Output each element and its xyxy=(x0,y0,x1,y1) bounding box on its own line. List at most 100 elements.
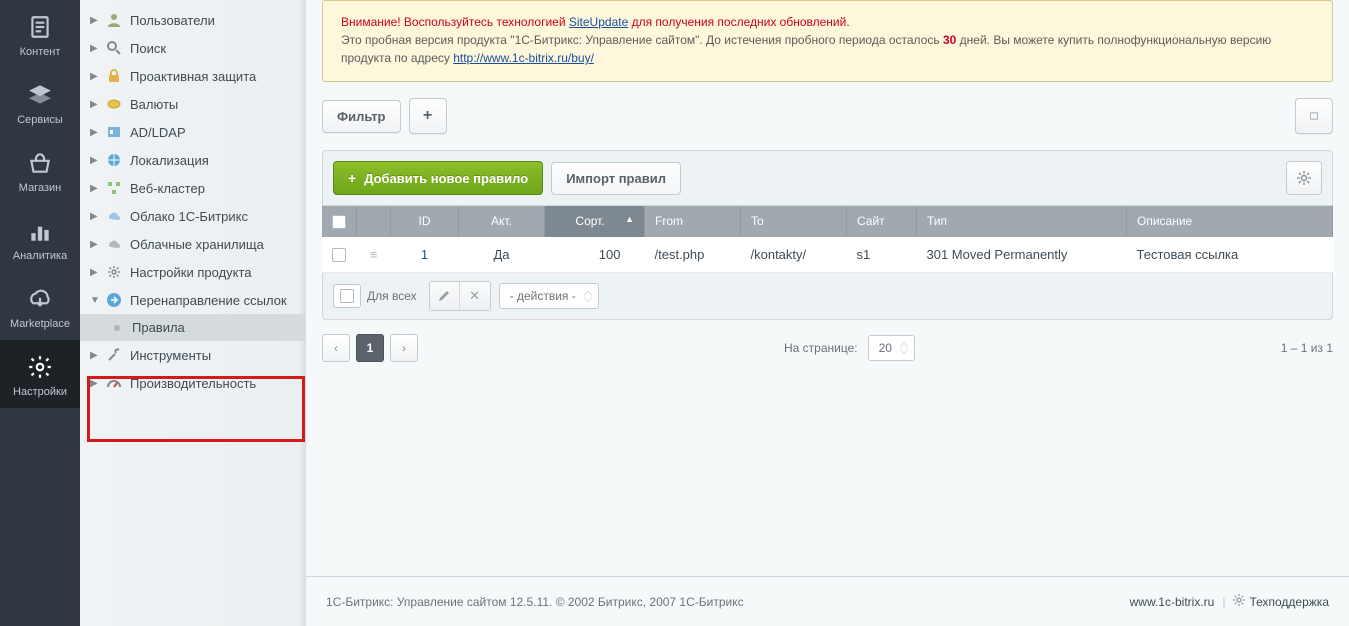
rules-grid: ID Акт. Сорт.▲ From To Сайт Тип Описание… xyxy=(322,206,1333,273)
tree-users[interactable]: ▶Пользователи xyxy=(80,6,306,34)
rail-marketplace[interactable]: Marketplace xyxy=(0,272,80,340)
tree-tools[interactable]: ▶Инструменты xyxy=(80,341,306,369)
tree-redirects[interactable]: ▼Перенаправление ссылок xyxy=(80,286,306,314)
gauge-icon xyxy=(106,375,122,391)
bullet-icon xyxy=(114,325,120,331)
bulk-actions-select[interactable]: - действия - xyxy=(499,283,599,309)
pager: ‹ 1 › xyxy=(322,334,424,362)
tree-performance[interactable]: ▶Производительность xyxy=(80,369,306,397)
magnifier-icon xyxy=(106,40,122,56)
user-icon xyxy=(106,12,122,28)
filter-toolbar: Фильтр + xyxy=(322,98,1333,134)
layers-icon xyxy=(24,82,56,108)
col-menu xyxy=(357,206,391,237)
rail-content[interactable]: Контент xyxy=(0,0,80,68)
cluster-icon xyxy=(106,180,122,196)
col-sort[interactable]: Сорт.▲ xyxy=(545,206,645,237)
page-next-button[interactable]: › xyxy=(390,334,418,362)
add-filter-button[interactable]: + xyxy=(409,98,447,134)
per-page-select[interactable]: 20 xyxy=(868,335,915,361)
rail-settings[interactable]: Настройки xyxy=(0,340,80,408)
siteupdate-link[interactable]: SiteUpdate xyxy=(569,15,628,29)
grid-footer: Для всех ✕ - действия - xyxy=(322,273,1333,320)
document-icon xyxy=(24,14,56,40)
page-current[interactable]: 1 xyxy=(356,334,384,362)
per-page-label: На странице: xyxy=(784,341,858,355)
tree-product-settings[interactable]: ▶Настройки продукта xyxy=(80,258,306,286)
col-site[interactable]: Сайт xyxy=(847,206,917,237)
gear-icon xyxy=(1296,170,1312,186)
tree-panel: ▶Пользователи ▶Поиск ▶Проактивная защита… xyxy=(80,0,306,626)
row-checkbox[interactable] xyxy=(332,248,346,262)
row-sort: 100 xyxy=(545,237,645,273)
tree-cloud-storage[interactable]: ▶Облачные хранилища xyxy=(80,230,306,258)
col-type[interactable]: Тип xyxy=(917,206,1127,237)
globe-icon xyxy=(106,152,122,168)
col-active[interactable]: Акт. xyxy=(459,206,545,237)
row-to: /kontakty/ xyxy=(741,237,847,273)
pencil-icon xyxy=(438,290,450,302)
tree-localization[interactable]: ▶Локализация xyxy=(80,146,306,174)
action-bar: +Добавить новое правило Импорт правил xyxy=(322,150,1333,206)
pager-row: ‹ 1 › На странице: 20 1 – 1 из 1 xyxy=(322,334,1333,362)
id-icon xyxy=(106,124,122,140)
rail-label: Аналитика xyxy=(13,250,67,262)
footer-site-link[interactable]: www.1c-bitrix.ru xyxy=(1130,595,1215,609)
table-row[interactable]: ≡ 1 Да 100 /test.php /kontakty/ s1 301 M… xyxy=(322,237,1333,273)
tree-proactive[interactable]: ▶Проактивная защита xyxy=(80,62,306,90)
col-checkbox[interactable] xyxy=(322,206,357,237)
lock-icon xyxy=(106,68,122,84)
bars-icon xyxy=(24,218,56,244)
tree-currency[interactable]: ▶Валюты xyxy=(80,90,306,118)
cloud-icon xyxy=(106,208,122,224)
row-description: Тестовая ссылка xyxy=(1127,237,1333,273)
col-to[interactable]: To xyxy=(741,206,847,237)
grid-settings-button[interactable] xyxy=(1286,161,1322,195)
coin-icon xyxy=(106,96,122,112)
footer-support-link[interactable]: Техподдержка xyxy=(1249,595,1329,609)
filter-button[interactable]: Фильтр xyxy=(322,100,401,133)
rail-label: Магазин xyxy=(19,182,61,194)
alert-title: Внимание! Воспользуйтесь технологией xyxy=(341,15,569,29)
bulk-edit-group: ✕ xyxy=(429,281,491,311)
trial-alert: Внимание! Воспользуйтесь технологией Sit… xyxy=(322,0,1333,82)
row-active: Да xyxy=(459,237,545,273)
maximize-icon xyxy=(1310,110,1318,122)
cloud-download-icon xyxy=(24,286,56,312)
record-range: 1 – 1 из 1 xyxy=(1281,341,1333,355)
page-prev-button[interactable]: ‹ xyxy=(322,334,350,362)
footer-checkbox-wrap[interactable] xyxy=(333,284,361,308)
row-site: s1 xyxy=(847,237,917,273)
rail-shop[interactable]: Магазин xyxy=(0,136,80,204)
bulk-delete-button[interactable]: ✕ xyxy=(460,282,490,310)
col-id[interactable]: ID xyxy=(391,206,459,237)
row-type: 301 Moved Permanently xyxy=(917,237,1127,273)
checkbox-all[interactable] xyxy=(332,215,346,229)
plus-icon: + xyxy=(348,170,356,186)
footer-checkbox[interactable] xyxy=(340,289,354,303)
gear-small-icon xyxy=(106,264,122,280)
tools-icon xyxy=(106,347,122,363)
tree-adldap[interactable]: ▶AD/LDAP xyxy=(80,118,306,146)
rail-services[interactable]: Сервисы xyxy=(0,68,80,136)
row-from: /test.php xyxy=(645,237,741,273)
row-id-link[interactable]: 1 xyxy=(421,247,428,262)
tree-search[interactable]: ▶Поиск xyxy=(80,34,306,62)
maximize-button[interactable] xyxy=(1295,98,1333,134)
tree-webcluster[interactable]: ▶Веб-кластер xyxy=(80,174,306,202)
col-from[interactable]: From xyxy=(645,206,741,237)
add-rule-button[interactable]: +Добавить новое правило xyxy=(333,161,543,195)
row-menu-button[interactable]: ≡ xyxy=(357,237,391,273)
tree-cloud-bitrix[interactable]: ▶Облако 1С-Битрикс xyxy=(80,202,306,230)
col-description[interactable]: Описание xyxy=(1127,206,1333,237)
tree-rules[interactable]: Правила xyxy=(80,314,306,341)
gear-icon xyxy=(1233,594,1245,609)
rail-analytics[interactable]: Аналитика xyxy=(0,204,80,272)
page-footer: 1С-Битрикс: Управление сайтом 12.5.11. ©… xyxy=(306,576,1349,626)
bulk-edit-button[interactable] xyxy=(430,282,460,310)
import-rules-button[interactable]: Импорт правил xyxy=(551,162,681,195)
rail-label: Контент xyxy=(20,46,61,58)
buy-link[interactable]: http://www.1c-bitrix.ru/buy/ xyxy=(453,51,594,65)
sort-asc-icon: ▲ xyxy=(625,214,634,224)
for-all-label: Для всех xyxy=(367,289,417,303)
